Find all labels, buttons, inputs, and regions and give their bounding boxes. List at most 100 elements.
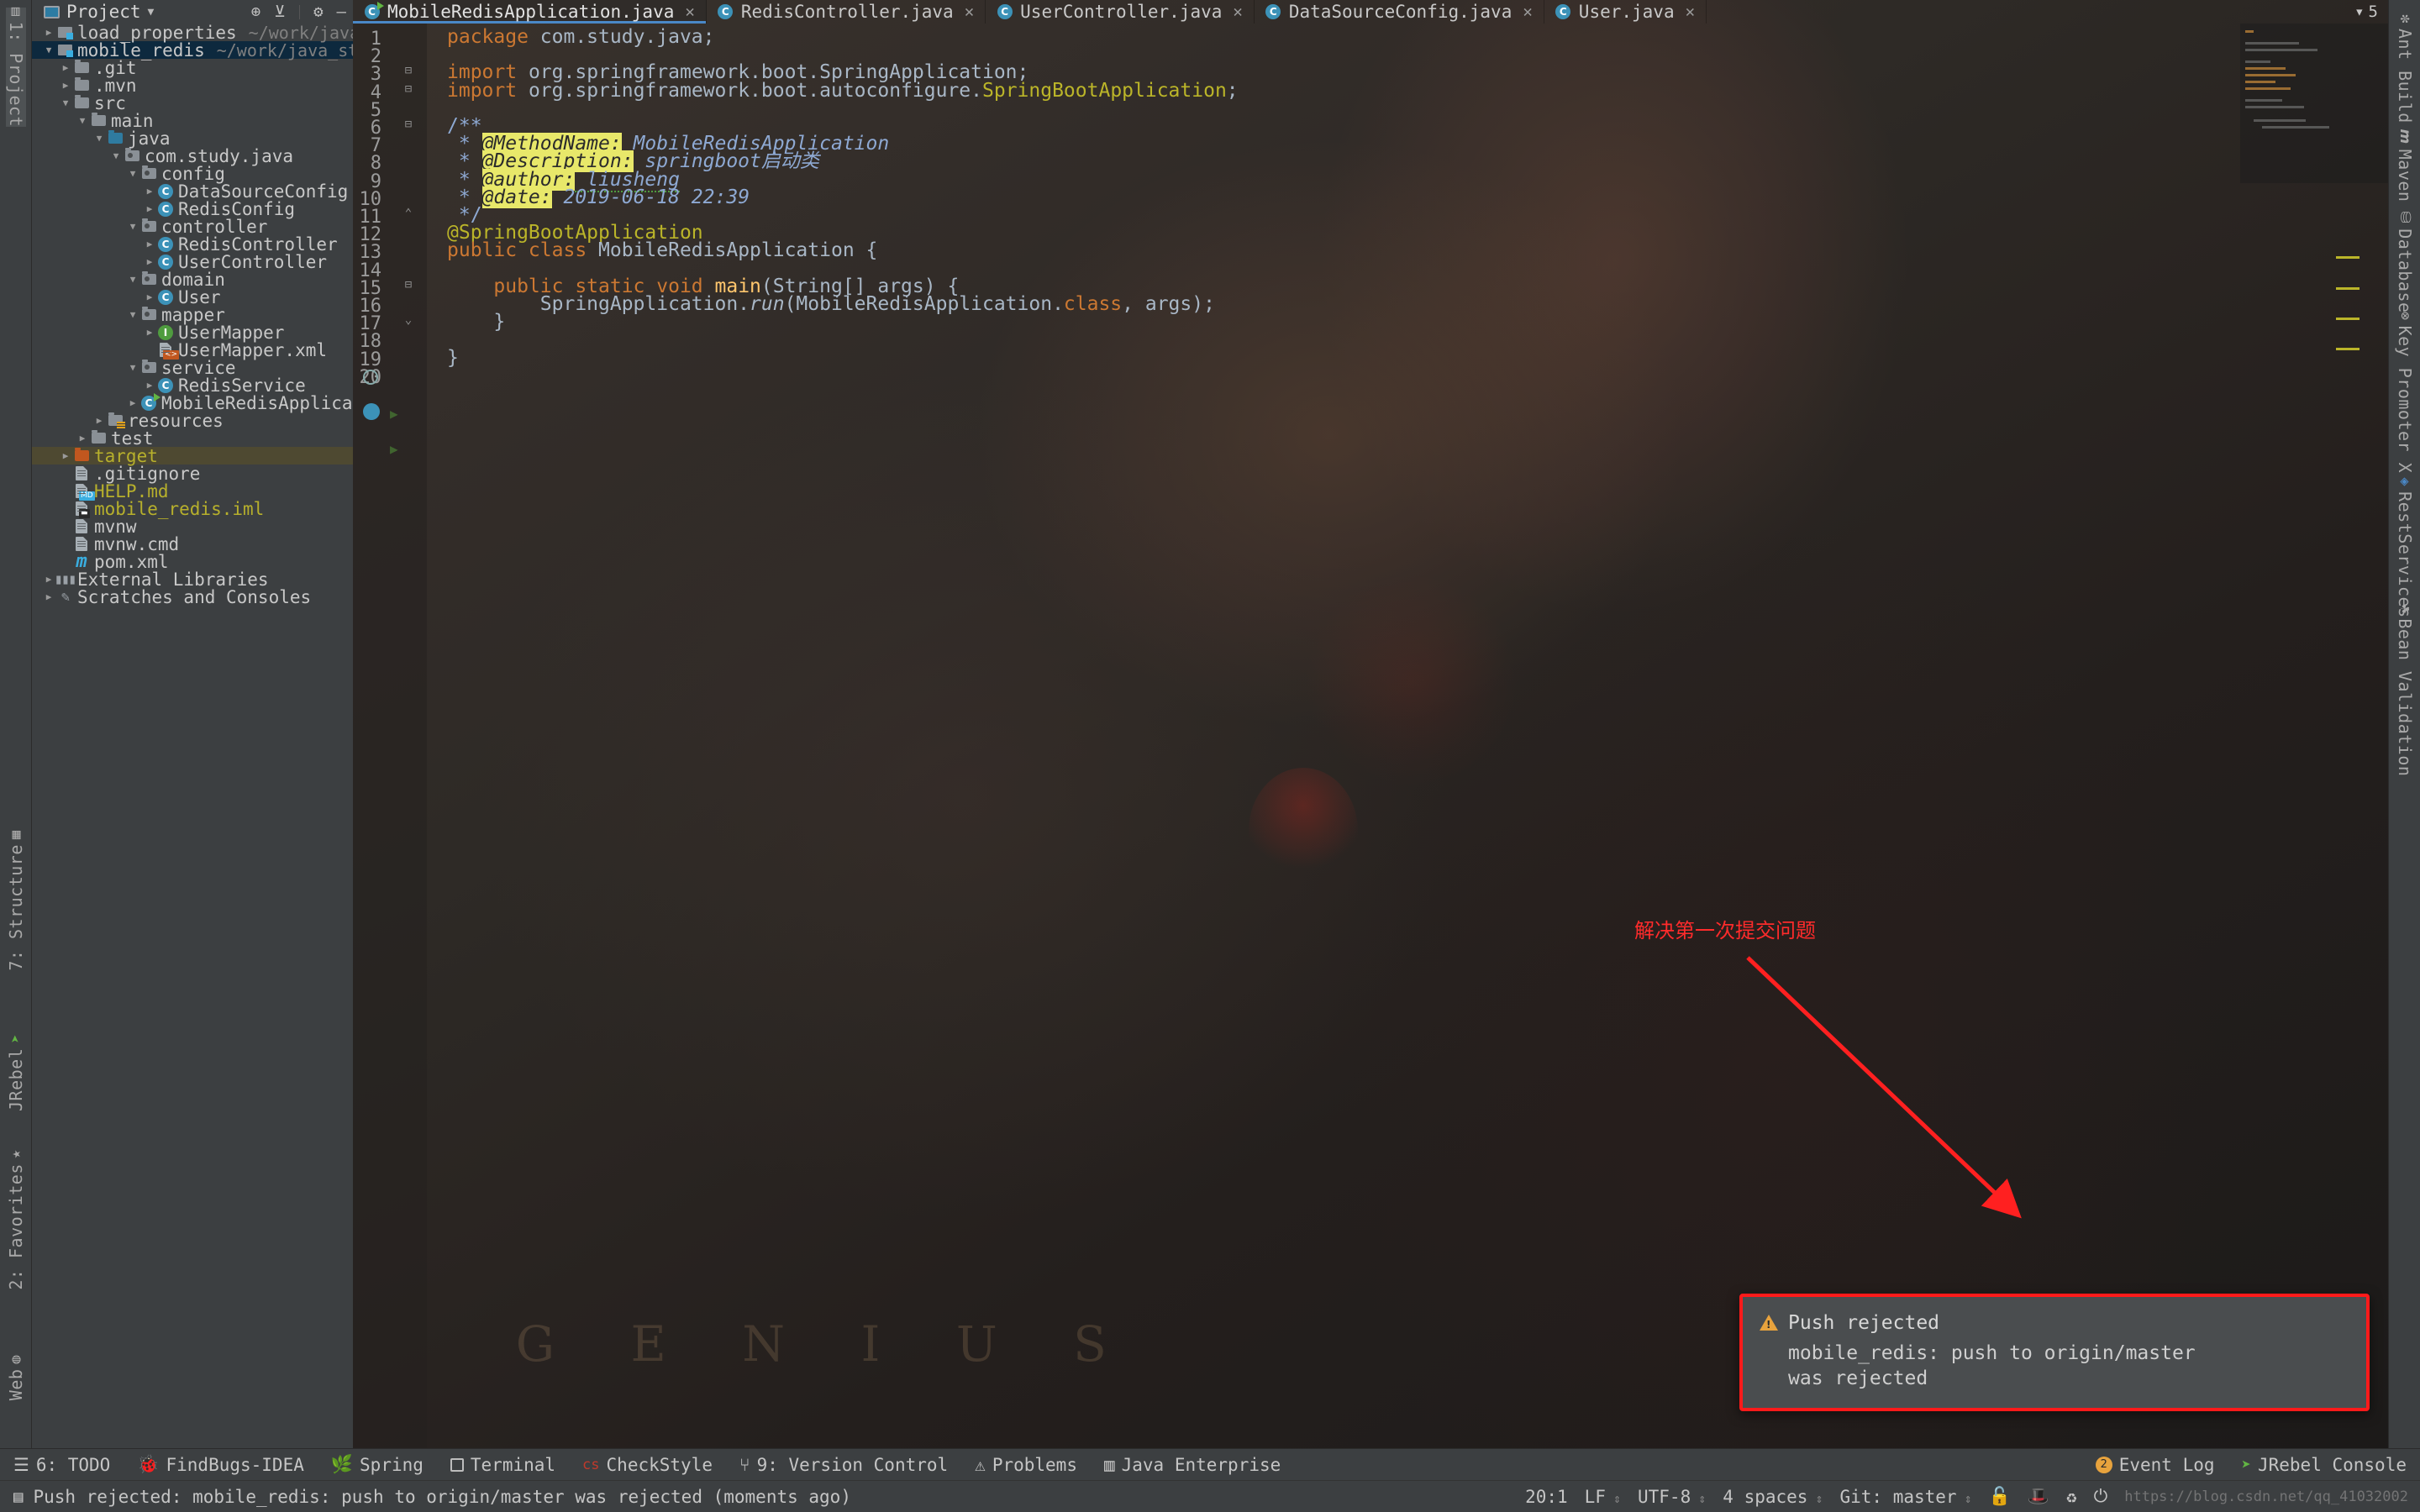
tree-node-pom-xml[interactable]: m pom.xml [32,551,353,572]
tree-node-user[interactable]: ▶ C User [32,287,353,307]
code-fold-toggle[interactable]: ⊟ [402,278,415,291]
tree-expand-arrow[interactable]: ▶ [59,80,72,91]
tree-expand-arrow[interactable]: ▶ [143,203,156,214]
tree-node-controller[interactable]: ▼ controller [32,217,353,237]
git-branch[interactable]: Git: master ⇕ [1840,1487,1972,1507]
tree-node-service[interactable]: ▼ service [32,358,353,378]
tree-node-mapper[interactable]: ▼ mapper [32,305,353,325]
tree-node--mvn[interactable]: ▶ .mvn [32,76,353,96]
tree-expand-arrow[interactable]: ▶ [143,380,156,391]
indent-setting[interactable]: 4 spaces ⇕ [1723,1487,1823,1507]
tool-button-problems[interactable]: ⚠ Problems [961,1455,1091,1475]
sidebar-item-maven[interactable]: 𝙢 Maven [2395,129,2415,202]
editor-tab-user-java[interactable]: C User.java ✕ [1544,0,1707,24]
sidebar-item-key-promoter[interactable]: ⊗ Key Promoter X [2395,312,2415,473]
tree-expand-arrow[interactable]: ▼ [126,221,139,232]
tree-expand-arrow[interactable]: ▶ [59,450,72,461]
tree-expand-arrow[interactable]: ▼ [76,115,89,126]
close-icon[interactable]: ✕ [1523,3,1532,21]
tree-node-help-md[interactable]: MD HELP.md [32,481,353,501]
tree-node-mobile-redis-iml[interactable]: ▬ mobile_redis.iml [32,499,353,519]
hide-icon[interactable]: — [337,3,346,20]
sync-icon[interactable]: ♻ [2066,1487,2077,1507]
sidebar-item-ant-build[interactable]: ✼ Ant Build [2395,14,2415,123]
tree-expand-arrow[interactable]: ▶ [126,397,139,408]
code-fold-toggle[interactable]: ⊟ [402,82,415,96]
tree-node--git[interactable]: ▶ .git [32,58,353,78]
sidebar-item-bean-validation[interactable]: ☘ Bean Validation [2395,605,2415,777]
tree-expand-arrow[interactable]: ▶ [76,433,89,444]
code-fold-toggle[interactable]: ⌄ [402,313,415,327]
tree-expand-arrow[interactable]: ▼ [126,274,139,285]
code-fold-toggle[interactable]: ⌃ [402,207,415,220]
tree-expand-arrow[interactable]: ▼ [126,168,139,179]
tree-node-domain[interactable]: ▼ domain [32,270,353,290]
tree-node-mobile-redis[interactable]: ▼mobile_redis~/work/java_study/mobile_re [32,40,353,60]
tree-node-rediscontroller[interactable]: ▶ C RedisController [32,234,353,255]
tool-button-terminal[interactable]: Terminal [437,1455,569,1475]
code-content[interactable]: package com.study.java; import org.spring… [427,24,2388,1448]
tree-node-src[interactable]: ▼ src [32,93,353,113]
status-message-area[interactable]: ▤ Push rejected: mobile_redis: push to o… [0,1487,851,1507]
editor-minimap[interactable] [2240,24,2388,183]
project-tree[interactable]: ▶load_properties~/work/java_study/load_p… [32,24,353,1478]
code-fold-toggle[interactable]: ⊟ [402,64,415,77]
bean-gutter-icon[interactable] [363,403,380,420]
collapse-all-icon[interactable]: ⊻ [274,3,286,20]
settings-icon[interactable]: ⚙ [313,3,323,20]
tree-expand-arrow[interactable]: ▶ [42,27,55,38]
tree-expand-arrow[interactable]: ▼ [59,97,72,108]
close-icon[interactable]: ✕ [685,3,694,21]
tree-node-redisservice[interactable]: ▶ C RedisService [32,375,353,396]
editor-tab-usercontroller-java[interactable]: C UserController.java ✕ [986,0,1255,24]
tool-button-version-control[interactable]: ⑂ 9: Version Control [726,1455,961,1475]
editor-tabs-overflow[interactable]: ▾ 5 [2344,0,2388,24]
lock-icon[interactable]: 🔓 [1989,1486,2011,1507]
tree-node-usermapper[interactable]: ▶ I UserMapper [32,323,353,343]
code-fold-toggle[interactable]: ⊟ [402,118,415,131]
tree-expand-arrow[interactable]: ▶ [143,239,156,249]
editor-tab-datasourceconfig-java[interactable]: C DataSourceConfig.java ✕ [1255,0,1544,24]
sidebar-item-rest-services[interactable]: ◈ RestServices [2395,477,2415,617]
tree-node-mvnw-cmd[interactable]: mvnw.cmd [32,534,353,554]
tree-expand-arrow[interactable]: ▶ [143,327,156,338]
tree-node--gitignore[interactable]: .gitignore [32,464,353,484]
close-icon[interactable]: ✕ [965,3,974,21]
tool-button-java-enterprise[interactable]: ▥ Java Enterprise [1091,1455,1294,1475]
tool-button-spring[interactable]: 🌿 Spring [318,1454,437,1475]
tool-button-event-log[interactable]: 2 Event Log [2082,1455,2228,1475]
tree-expand-arrow[interactable]: ▼ [42,45,55,55]
tree-node-redisconfig[interactable]: ▶ C RedisConfig [32,199,353,219]
tree-node-test[interactable]: ▶ test [32,428,353,449]
editor-tab-rediscontroller-java[interactable]: C RedisController.java ✕ [707,0,986,24]
sidebar-item-project[interactable]: ▤ 1: Project [5,7,26,128]
push-rejected-notification[interactable]: Push rejected mobile_redis: push to orig… [1739,1294,2370,1411]
tree-expand-arrow[interactable]: ▶ [143,186,156,197]
tree-node-usermapper-xml[interactable]: <> UserMapper.xml [32,340,353,360]
tree-node-datasourceconfig[interactable]: ▶ C DataSourceConfig [32,181,353,202]
tool-button-findbugs[interactable]: 🐞 FindBugs-IDEA [124,1454,318,1475]
tree-expand-arrow[interactable]: ▼ [92,133,106,144]
power-save-icon[interactable]: ⏻ [2094,1486,2108,1507]
sidebar-item-jrebel[interactable]: JRebel ➤ [6,1034,26,1111]
editor-tab-mobileredisapplication-java[interactable]: C MobileRedisApplication.java ✕ [353,0,707,24]
tree-node-external-libraries[interactable]: ▶ ▮▮▮ External Libraries [32,570,353,590]
tree-node-target[interactable]: ▶ target [32,446,353,466]
tree-node-resources[interactable]: ▶ resources [32,411,353,431]
tree-expand-arrow[interactable]: ▶ [42,591,55,602]
tree-node-scratches-and-consoles[interactable]: ▶ ✎ Scratches and Consoles [32,587,353,607]
editor-tab-bar[interactable]: C MobileRedisApplication.java ✕ C RedisContr… [353,0,2388,24]
locate-icon[interactable]: ⊕ [251,3,260,20]
close-icon[interactable]: ✕ [1686,3,1695,21]
sidebar-item-web[interactable]: Web ◍ [6,1355,26,1400]
tree-node-java[interactable]: ▼ java [32,129,353,149]
chevron-down-icon[interactable]: ▼ [148,6,155,18]
close-icon[interactable]: ✕ [1233,3,1242,21]
tree-node-mobileredisapplication[interactable]: ▶CMobileRedisApplication [32,392,353,413]
hat-icon[interactable]: 🎩 [2028,1486,2049,1507]
tree-expand-arrow[interactable]: ▼ [109,150,123,161]
tool-button-jrebel-console[interactable]: ➤ JRebel Console [2228,1455,2420,1475]
file-encoding[interactable]: UTF-8 ⇕ [1638,1487,1706,1507]
sidebar-item-database[interactable]: ⛁ Database [2395,211,2415,312]
sidebar-item-favorites[interactable]: 2: Favorites ★ [6,1149,26,1289]
